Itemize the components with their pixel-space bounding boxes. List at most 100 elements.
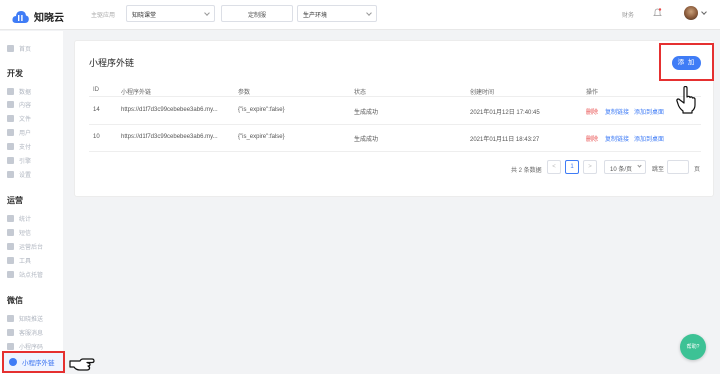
sidebar-item-home[interactable]: 首页 (7, 43, 31, 53)
cell-id: 10 (93, 134, 100, 140)
cell-link: https://d1f7d3c99cebebee3ab6.my... (121, 134, 218, 140)
sidebar-item-label: 支付 (19, 144, 32, 151)
sidebar-item-tools[interactable]: 工具 (7, 255, 31, 265)
sidebar-item-payment[interactable]: 支付 (7, 141, 31, 151)
content-icon (7, 100, 14, 108)
help-button[interactable]: 帮助? (680, 334, 706, 360)
cell-status: 生成成功 (354, 110, 379, 116)
sidebar-item-label: 文件 (19, 116, 32, 123)
copy-link[interactable]: 复制链接 (605, 107, 629, 116)
pagination-total: 共 2 条数据 (511, 168, 542, 174)
add-to-desktop-link[interactable]: 添加到桌面 (634, 134, 664, 143)
delete-link[interactable]: 删除 (586, 134, 598, 143)
chevron-down-icon[interactable] (701, 9, 707, 15)
table-header: ID 小程序外链 参数 状态 创建时间 操作 (89, 84, 701, 97)
qrcode-icon (7, 342, 14, 350)
cloud-logo-icon (12, 10, 29, 23)
column-header-link: 小程序外链 (121, 90, 152, 96)
grid-icon (7, 44, 14, 52)
cell-id: 14 (93, 107, 100, 113)
sidebar-item-hosting[interactable]: 站点托管 (7, 269, 43, 279)
column-header-actions: 操作 (586, 90, 599, 96)
add-button-highlight: 添 加 (659, 43, 714, 81)
sidebar-item-label: 工具 (19, 258, 32, 265)
sidebar-section-ops: 运营 (7, 196, 23, 205)
column-header-id: ID (93, 87, 99, 93)
cell-params: {"is_expire":false} (238, 134, 285, 140)
tool-icon (7, 256, 14, 264)
sidebar-item-label: 短信 (19, 230, 32, 237)
app-select-value: 知晓课堂 (132, 13, 157, 19)
sidebar-section-dev: 开发 (7, 69, 23, 78)
engine-icon (7, 156, 14, 164)
app-select[interactable]: 知晓课堂 (126, 5, 215, 22)
table-row: 10 https://d1f7d3c99cebebee3ab6.my... {"… (89, 125, 701, 152)
cell-status: 生成成功 (354, 137, 379, 143)
add-button[interactable]: 添 加 (672, 56, 701, 70)
bell-icon[interactable] (653, 8, 662, 18)
sidebar-item-label: 客服消息 (19, 330, 44, 337)
column-header-created: 创建时间 (470, 90, 495, 96)
file-icon (7, 114, 14, 122)
sidebar-item-push[interactable]: 知晓推送 (7, 313, 43, 323)
sidebar-item-qrcode[interactable]: 小程序码 (7, 341, 43, 351)
sidebar-item-engine[interactable]: 引擎 (7, 155, 31, 165)
logo[interactable]: 知晓云 (12, 8, 64, 24)
delete-link[interactable]: 删除 (586, 107, 598, 116)
app-name: 知晓云 (34, 12, 64, 24)
copy-link[interactable]: 复制链接 (605, 134, 629, 143)
page-suffix-label: 页 (694, 167, 701, 173)
pointing-hand-icon (676, 86, 696, 114)
sidebar-item-label: 知晓推送 (19, 316, 44, 323)
sidebar-section-wechat: 微信 (7, 296, 23, 305)
chevron-down-icon (204, 10, 210, 16)
column-header-params: 参数 (238, 90, 251, 96)
sidebar-item-label: 站点托管 (19, 272, 44, 279)
pagination-page-1[interactable]: 1 (565, 160, 579, 174)
table-row: 14 https://d1f7d3c99cebebee3ab6.my... {"… (89, 98, 701, 125)
gear-icon (7, 170, 14, 178)
env-select-value: 生产环境 (303, 13, 328, 19)
pointing-hand-icon (69, 358, 95, 371)
sidebar-item-label: 小程序码 (19, 344, 44, 351)
custom-domain-button[interactable]: 定制服 (221, 5, 293, 22)
sidebar-item-users[interactable]: 用户 (7, 127, 31, 137)
user-icon (7, 128, 14, 136)
sidebar-item-service[interactable]: 客服消息 (7, 327, 43, 337)
sidebar-item-label: 设置 (19, 172, 32, 179)
add-to-desktop-link[interactable]: 添加到桌面 (634, 107, 664, 116)
sidebar-item-data[interactable]: 数据 (7, 86, 31, 96)
sidebar-item-admin[interactable]: 运营后台 (7, 241, 43, 251)
sidebar: 首页 开发 数据 内容 文件 用户 支付 引擎 设置 运营 统计 短信 运营后台… (0, 31, 63, 374)
sidebar-item-label: 小程序外链 (22, 360, 55, 367)
sidebar-item-settings[interactable]: 设置 (7, 169, 31, 179)
avatar[interactable] (684, 6, 698, 20)
link-icon (9, 358, 17, 366)
cell-link: https://d1f7d3c99cebebee3ab6.my... (121, 107, 218, 113)
chat-icon (7, 328, 14, 336)
env-select[interactable]: 生产环境 (297, 5, 377, 22)
mail-icon (7, 228, 14, 236)
cell-created: 2021年01月11日 18:43:27 (470, 137, 540, 143)
goto-page-input[interactable] (667, 160, 689, 174)
page-size-select[interactable]: 10 条/页 (604, 160, 646, 174)
sidebar-item-label: 内容 (19, 102, 32, 109)
sidebar-item-label: 数据 (19, 89, 32, 96)
finance-link[interactable]: 财务 (622, 10, 634, 19)
sidebar-item-label: 用户 (19, 130, 32, 137)
sidebar-item-files[interactable]: 文件 (7, 113, 31, 123)
sidebar-item-sms[interactable]: 短信 (7, 227, 31, 237)
sidebar-item-label: 引擎 (19, 158, 32, 165)
pagination-next-button[interactable]: > (583, 160, 597, 174)
column-header-status: 状态 (354, 90, 367, 96)
sidebar-item-stats[interactable]: 统计 (7, 213, 31, 223)
current-app-label: 主驱应用 (91, 13, 116, 19)
chevron-down-icon (366, 10, 372, 16)
chart-icon (7, 214, 14, 222)
chevron-down-icon (637, 163, 642, 168)
sidebar-item-mini-program-link[interactable]: 小程序外链 (2, 351, 65, 373)
sidebar-item-content[interactable]: 内容 (7, 99, 31, 109)
dashboard-icon (7, 242, 14, 250)
pagination-prev-button[interactable]: < (547, 160, 561, 174)
goto-label: 跳至 (652, 167, 665, 173)
